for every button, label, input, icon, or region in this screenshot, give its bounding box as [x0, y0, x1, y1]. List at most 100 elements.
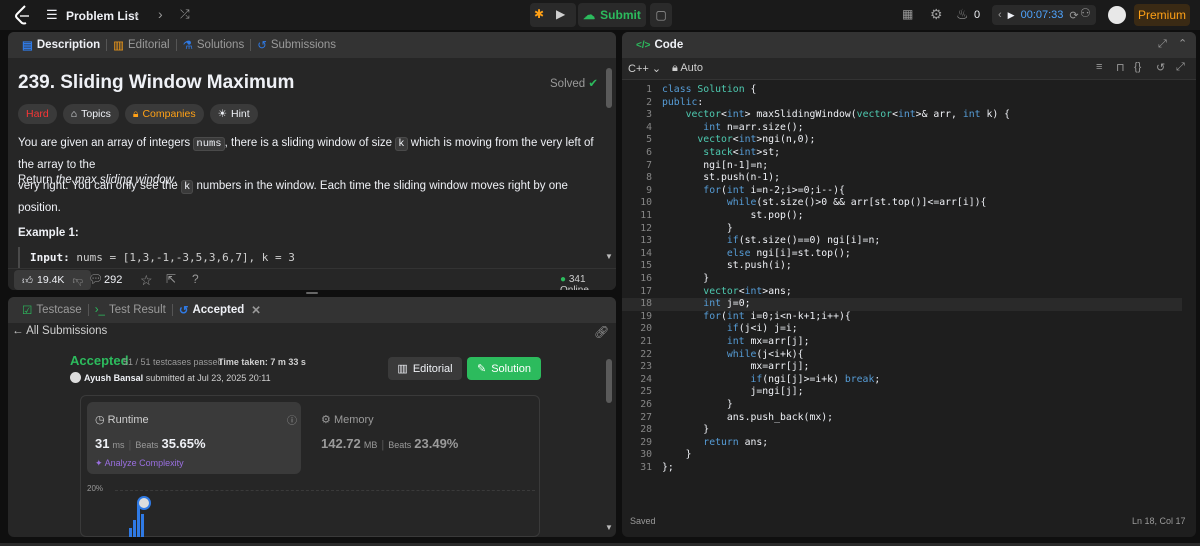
- tab-description[interactable]: ▤ Description: [16, 38, 106, 52]
- code-text: while(st.size()>0 && arr[st.top()]<=arr[…: [726, 197, 987, 209]
- code-line[interactable]: 11 st.pop();: [622, 210, 1182, 223]
- editorial-button[interactable]: ▥ Editorial: [388, 357, 462, 380]
- code-line[interactable]: 15 st.push(i);: [622, 260, 1182, 273]
- braces-icon[interactable]: {}: [1134, 61, 1141, 73]
- code-line[interactable]: 21 int mx=arr[j];: [622, 336, 1182, 349]
- solution-button[interactable]: ✎ Solution: [467, 357, 541, 380]
- memory-label[interactable]: ⚙ Memory: [321, 413, 374, 426]
- code-line[interactable]: 8 st.push(n-1);: [622, 172, 1182, 185]
- code-line[interactable]: 30 }: [622, 449, 1182, 462]
- tab-submissions[interactable]: ↺ Submissions: [251, 38, 342, 52]
- fire-icon[interactable]: ♨: [956, 6, 969, 23]
- scroll-down-icon[interactable]: ▼: [605, 252, 613, 261]
- reset-icon[interactable]: ⟳: [1069, 9, 1078, 22]
- shuffle-icon[interactable]: ⤮: [180, 7, 190, 22]
- like-button[interactable]: 👍︎ 19.4K 👎︎: [14, 270, 92, 290]
- run-button[interactable]: ▶: [556, 7, 565, 21]
- language-select[interactable]: C++ ⌄: [628, 62, 661, 75]
- maximize-icon[interactable]: ⤢: [1176, 61, 1185, 74]
- code-line[interactable]: 3 vector<int> maxSlidingWindow(vector<in…: [622, 109, 1182, 122]
- play-icon[interactable]: ▶: [1008, 10, 1015, 21]
- topics-chip[interactable]: ⌂ Topics: [62, 104, 119, 124]
- share-icon[interactable]: ⇱: [166, 272, 176, 286]
- code-line[interactable]: 19 for(int i=0;i<n-k+1;i++){: [622, 311, 1182, 324]
- expand-icon[interactable]: ⤢: [1158, 38, 1167, 51]
- help-icon[interactable]: ?: [192, 272, 199, 286]
- list-icon[interactable]: ☰: [46, 7, 58, 23]
- code-editor[interactable]: 1 class Solution {2 public: 3 vector<int> m…: [622, 84, 1196, 479]
- runtime-card[interactable]: ◷ Runtime ⓘ 31 ms | Beats 35.65% ✦ Analyze…: [87, 402, 301, 474]
- avatar[interactable]: [1108, 6, 1126, 24]
- gear-icon[interactable]: ⚙: [930, 6, 943, 23]
- code-text: return ans;: [703, 436, 769, 448]
- chevron-left-icon[interactable]: ‹: [134, 6, 139, 22]
- chevron-left-icon[interactable]: ‹: [998, 9, 1002, 21]
- code-line[interactable]: 20 if(j<i) j=i;: [622, 323, 1182, 336]
- tab-editorial[interactable]: ▥ Editorial: [107, 38, 175, 52]
- line-number: 18: [640, 298, 652, 310]
- code-line[interactable]: 24 if(ngi[j]>=i+k) break;: [622, 374, 1182, 387]
- stats-card: ◷ Runtime ⓘ 31 ms | Beats 35.65% ✦ Analyze…: [80, 395, 540, 537]
- code-line[interactable]: 6 stack<int>st;: [622, 147, 1182, 160]
- code-line[interactable]: 7 ngi[n-1]=n;: [622, 160, 1182, 173]
- auto-mode[interactable]: 🔒︎ Auto: [672, 62, 703, 75]
- debug-icon[interactable]: ✱: [534, 7, 544, 21]
- code-line[interactable]: 22 while(j<i+k){: [622, 349, 1182, 362]
- add-user-icon[interactable]: ⚇: [1080, 6, 1091, 20]
- code-line[interactable]: 25 j=ngi[j];: [622, 386, 1182, 399]
- code-line[interactable]: 27 ans.push_back(mx);: [622, 412, 1182, 425]
- code-line[interactable]: 5 vector<int>ngi(n,0);: [622, 134, 1182, 147]
- analyze-complexity-link[interactable]: ✦ Analyze Complexity: [95, 458, 184, 469]
- code-line[interactable]: 9 for(int i=n-2;i>=0;i--){: [622, 185, 1182, 198]
- code-line[interactable]: 13 if(st.size()==0) ngi[i]=n;: [622, 235, 1182, 248]
- code-line[interactable]: 28 }: [622, 424, 1182, 437]
- tab-accepted[interactable]: ↺ Accepted ✕: [173, 303, 267, 317]
- bookmark-icon[interactable]: ⊓: [1116, 61, 1125, 74]
- code-line[interactable]: 16 }: [622, 273, 1182, 286]
- code-line[interactable]: 23 mx=arr[j];: [622, 361, 1182, 374]
- tab-testcase[interactable]: ☑ Testcase: [16, 303, 88, 317]
- leetcode-logo-icon[interactable]: [14, 5, 32, 25]
- scroll-down-icon[interactable]: ▼: [605, 523, 613, 532]
- code-line[interactable]: 17 vector<int>ans;: [622, 286, 1182, 299]
- chevron-right-icon[interactable]: ›: [158, 6, 163, 22]
- format-icon[interactable]: ≡: [1096, 61, 1102, 73]
- comment-count: 292: [104, 274, 123, 286]
- star-icon[interactable]: ☆: [140, 272, 153, 289]
- companies-chip[interactable]: 🔒︎ Companies: [124, 104, 204, 124]
- code-line[interactable]: 1 class Solution {: [622, 84, 1182, 97]
- problem-list-link[interactable]: Problem List: [66, 9, 139, 23]
- premium-button[interactable]: Premium: [1134, 4, 1190, 26]
- code-line[interactable]: 10 while(st.size()>0 && arr[st.top()]<=a…: [622, 197, 1182, 210]
- tab-code[interactable]: </> Code: [630, 39, 689, 51]
- submit-button[interactable]: ☁ Submit: [578, 3, 646, 27]
- scrollbar-thumb[interactable]: [606, 68, 612, 108]
- hint-chip[interactable]: ☀ Hint: [209, 104, 258, 124]
- link-icon[interactable]: 🔗︎: [594, 325, 609, 339]
- code-line[interactable]: 31};: [622, 462, 1182, 475]
- code-line[interactable]: 18 int j=0;: [622, 298, 1182, 311]
- resize-handle[interactable]: [306, 292, 318, 294]
- code-line[interactable]: 14 else ngi[i]=st.top();: [622, 248, 1182, 261]
- code-line[interactable]: 26 }: [622, 399, 1182, 412]
- scrollbar-thumb[interactable]: [606, 359, 612, 403]
- chevron-down-icon: ⌄: [651, 63, 662, 75]
- note-icon[interactable]: ▢: [650, 3, 672, 27]
- code-line[interactable]: 4 int n=arr.size();: [622, 122, 1182, 135]
- close-icon[interactable]: ✕: [251, 303, 261, 317]
- code-line[interactable]: 12 }: [622, 223, 1182, 236]
- problem-title[interactable]: 239. Sliding Window Maximum: [18, 72, 294, 94]
- thumbs-down-icon[interactable]: 👎︎: [72, 274, 83, 287]
- tab-solutions[interactable]: ⚗ Solutions: [177, 38, 251, 52]
- tab-test-result[interactable]: ›_ Test Result: [89, 304, 172, 316]
- comment-icon[interactable]: 💬︎: [88, 272, 103, 286]
- avatar[interactable]: [70, 372, 81, 383]
- all-submissions-link[interactable]: ← All Submissions: [12, 325, 107, 337]
- layout-icon[interactable]: ▦: [902, 7, 913, 21]
- collapse-icon[interactable]: ⌃: [1178, 37, 1187, 50]
- code-text: int mx=arr[j];: [726, 336, 810, 347]
- info-icon[interactable]: ⓘ: [287, 412, 297, 427]
- code-line[interactable]: 2 public:: [622, 97, 1182, 110]
- reset-icon[interactable]: ↺: [1156, 61, 1165, 74]
- code-line[interactable]: 29 return ans;: [622, 437, 1182, 450]
